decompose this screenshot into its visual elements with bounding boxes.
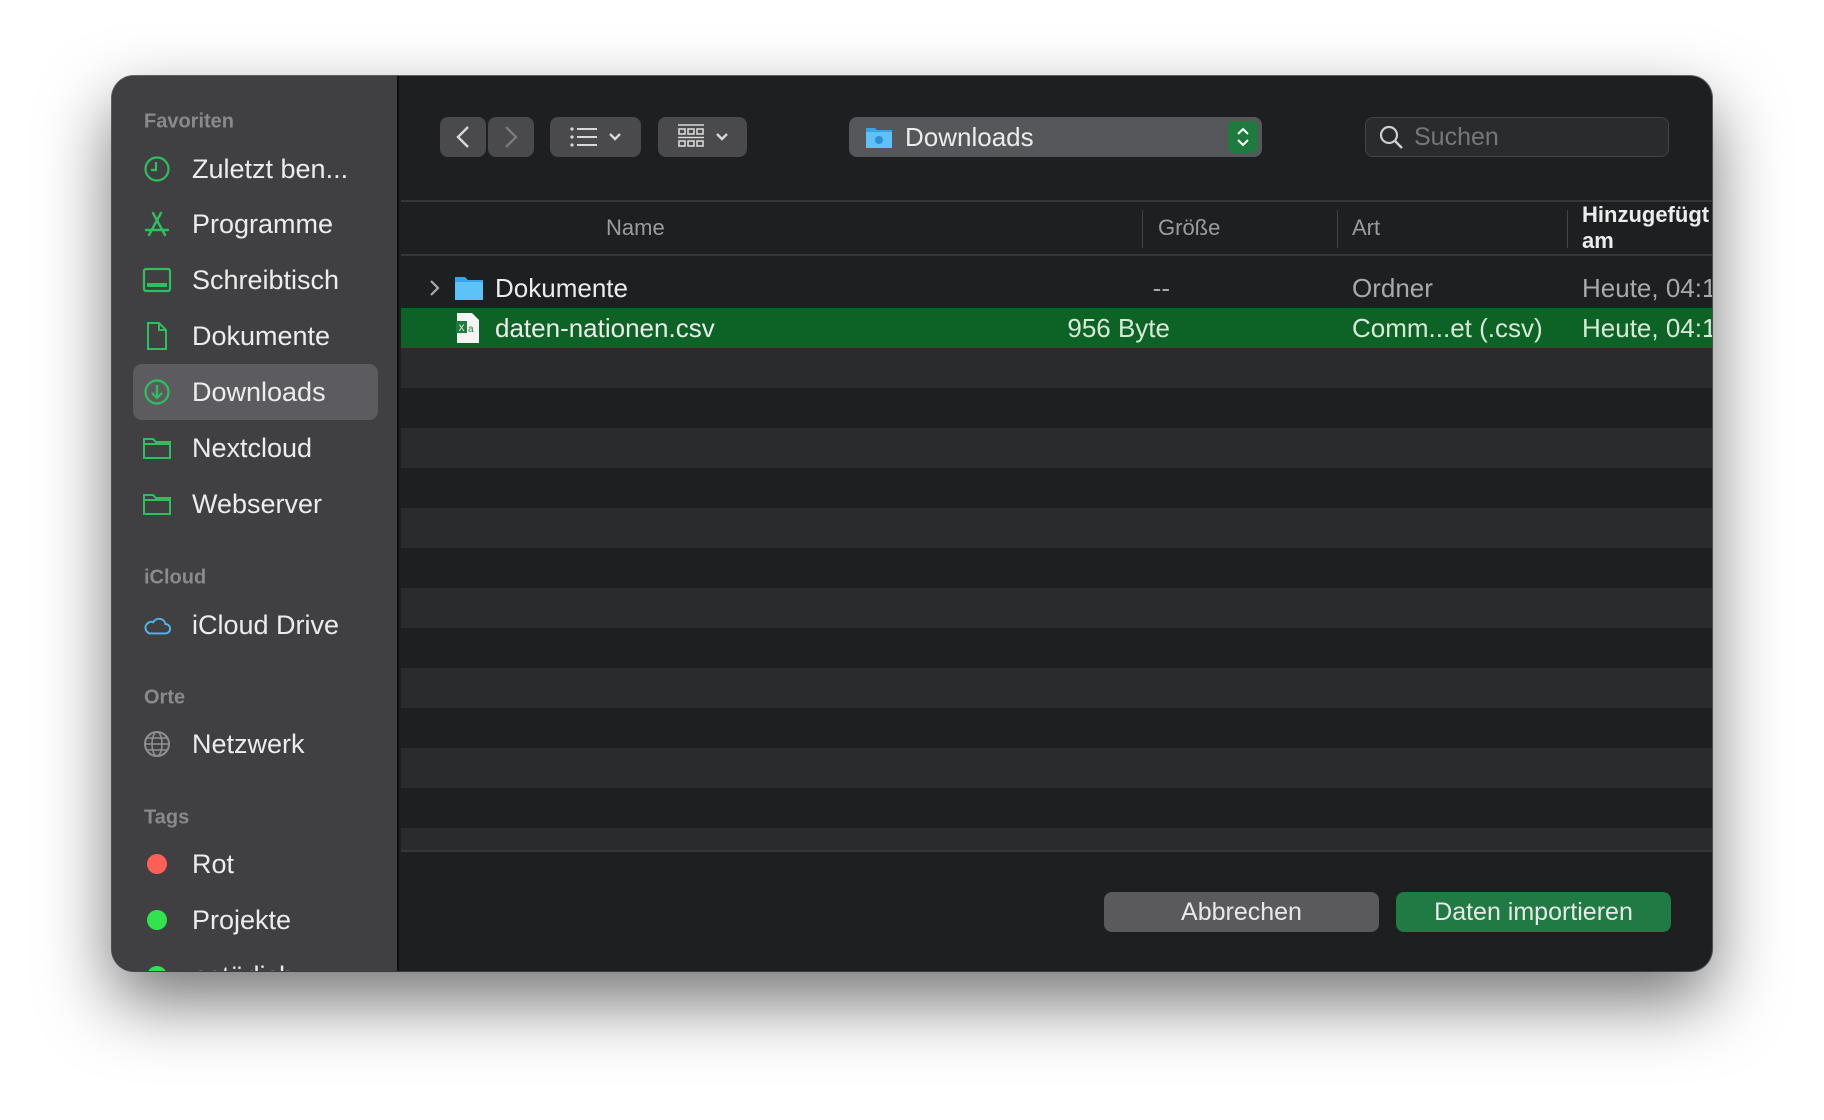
cancel-button-label: Abbrechen <box>1181 897 1302 926</box>
sidebar-item-programme[interactable]: Programme <box>133 196 378 252</box>
sidebar-item-nextcloud[interactable]: Nextcloud <box>133 420 378 476</box>
location-popup[interactable]: Downloads <box>849 117 1262 157</box>
svg-text:X: X <box>459 323 465 333</box>
dialog-footer: Abbrechen Daten importieren <box>401 850 1712 971</box>
search-icon <box>1379 125 1403 149</box>
empty-row <box>401 748 1712 788</box>
file-row-dokumente[interactable]: Dokumente -- Ordner Heute, 04:12 <box>401 268 1712 308</box>
globe-icon <box>142 729 172 759</box>
location-label: Downloads <box>905 121 1034 152</box>
chevron-left-icon <box>456 126 469 148</box>
open-file-dialog: Favoriten Zuletzt ben... Programme Schre… <box>112 76 1712 971</box>
empty-row <box>401 428 1712 468</box>
chevron-down-icon <box>608 133 621 141</box>
sidebar: Favoriten Zuletzt ben... Programme Schre… <box>112 76 399 971</box>
download-icon <box>142 377 172 407</box>
clock-icon <box>142 154 172 184</box>
group-view-button[interactable] <box>658 117 747 157</box>
sidebar-tag-rot[interactable]: Rot <box>133 836 378 892</box>
list-icon <box>569 127 597 147</box>
column-kind[interactable]: Art <box>1352 202 1380 254</box>
chevron-down-icon <box>715 133 728 141</box>
list-view-button[interactable] <box>550 117 641 157</box>
import-button-label: Daten importieren <box>1434 897 1633 926</box>
folder-icon <box>142 433 172 463</box>
section-tags: Tags <box>144 806 190 829</box>
document-icon <box>142 321 172 351</box>
sidebar-item-downloads[interactable]: Downloads <box>133 364 378 420</box>
file-browser: Downloads Name Größe Art Hinzugefügt am … <box>401 76 1712 971</box>
column-name[interactable]: Name <box>606 202 665 254</box>
downloads-folder-icon <box>866 128 892 148</box>
file-row-daten-nationen[interactable]: Xa daten-nationen.csv 956 Byte Comm...et… <box>401 308 1712 348</box>
search-input[interactable] <box>1414 122 1654 152</box>
search-field[interactable] <box>1365 117 1669 157</box>
section-orte: Orte <box>144 686 186 709</box>
empty-row <box>401 588 1712 628</box>
empty-row <box>401 348 1712 388</box>
column-header: Name Größe Art Hinzugefügt am <box>401 200 1712 256</box>
disclosure-chevron-icon[interactable] <box>429 268 441 308</box>
csv-file-icon: Xa <box>455 308 481 348</box>
popup-stepper-icon <box>1228 121 1258 153</box>
column-divider[interactable] <box>1567 210 1568 248</box>
sidebar-tag-projekte[interactable]: Projekte <box>133 892 378 948</box>
chevron-right-icon <box>505 126 518 148</box>
tag-dot-icon <box>142 849 172 879</box>
folder-icon <box>142 489 172 519</box>
folder-icon <box>454 268 484 308</box>
column-size[interactable]: Größe <box>1158 202 1220 254</box>
column-divider[interactable] <box>1142 210 1143 248</box>
cancel-button[interactable]: Abbrechen <box>1104 892 1379 932</box>
empty-row <box>401 508 1712 548</box>
forward-button[interactable] <box>488 117 534 157</box>
back-button[interactable] <box>440 117 486 157</box>
sidebar-item-netzwerk[interactable]: Netzwerk <box>133 716 378 772</box>
sidebar-item-icloud-drive[interactable]: iCloud Drive <box>133 597 378 653</box>
sidebar-item-recent[interactable]: Zuletzt ben... <box>133 141 378 197</box>
empty-row <box>401 828 1712 850</box>
tag-dot-icon <box>142 905 172 935</box>
tag-dot-icon <box>142 961 172 971</box>
sidebar-item-webserver[interactable]: Webserver <box>133 476 378 532</box>
desktop-icon <box>142 265 172 295</box>
section-favoriten: Favoriten <box>144 110 235 133</box>
cloud-icon <box>142 610 172 640</box>
file-list: Dokumente -- Ordner Heute, 04:12 Xa date… <box>401 268 1712 850</box>
import-button[interactable]: Daten importieren <box>1396 892 1671 932</box>
sidebar-tag-natuerlich[interactable]: natürlich <box>133 948 378 971</box>
column-divider[interactable] <box>1337 210 1338 248</box>
apps-icon <box>142 209 172 239</box>
svg-text:a: a <box>468 324 474 335</box>
empty-row <box>401 668 1712 708</box>
sidebar-item-dokumente[interactable]: Dokumente <box>133 308 378 364</box>
grid-icon <box>677 124 704 147</box>
sidebar-item-schreibtisch[interactable]: Schreibtisch <box>133 252 378 308</box>
section-icloud: iCloud <box>144 566 207 589</box>
column-added[interactable]: Hinzugefügt am <box>1582 202 1712 254</box>
